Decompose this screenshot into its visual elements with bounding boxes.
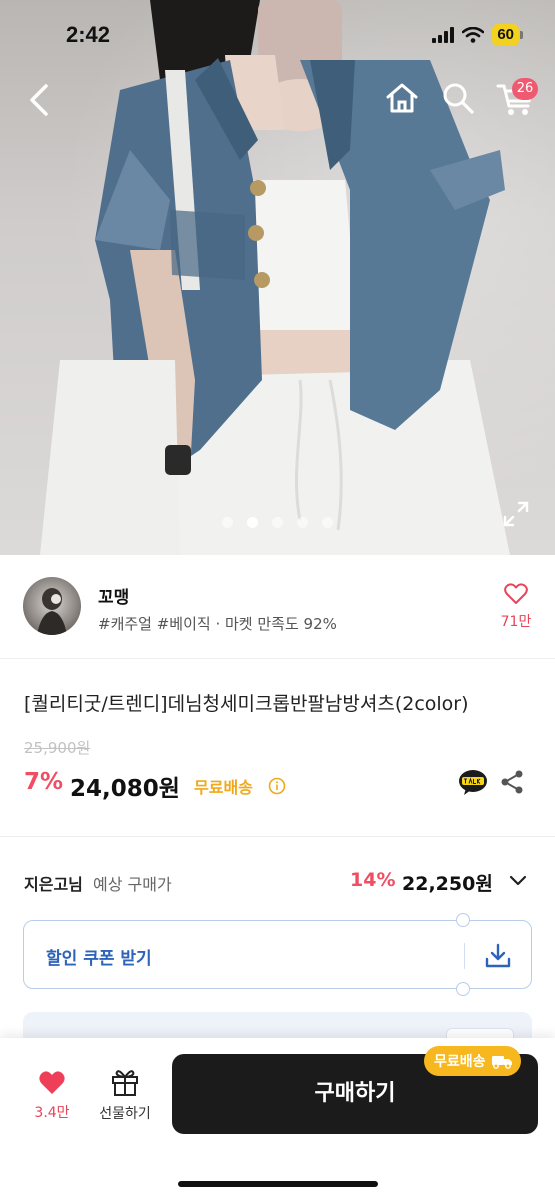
expand-icon[interactable]	[502, 500, 530, 528]
coupon-notch	[456, 982, 470, 996]
coupon-notch	[456, 913, 470, 927]
home-icon[interactable]	[384, 80, 420, 116]
free-shipping-tag-label: 무료배송	[434, 1054, 486, 1070]
back-arrow-icon[interactable]	[20, 78, 60, 122]
carousel-dot[interactable]	[297, 517, 308, 528]
seller-section[interactable]: 꼬맹 #캐주얼 #베이직 · 마켓 만족도 92% 71만	[0, 555, 555, 659]
avatar-image	[37, 588, 67, 635]
status-time: 2:42	[66, 22, 111, 47]
seller-meta: #캐주얼 #베이직 · 마켓 만족도 92%	[98, 615, 337, 633]
free-shipping-label: 무료배송	[194, 778, 253, 797]
truck-icon	[491, 1056, 512, 1069]
status-icons: 60	[432, 24, 523, 46]
coupon-divider	[464, 943, 465, 969]
gift-button[interactable]: 선물하기	[90, 1068, 160, 1123]
signal-icon	[432, 27, 455, 43]
heart-filled-icon	[39, 1071, 65, 1094]
search-icon[interactable]	[440, 80, 476, 116]
carousel-dot-active[interactable]	[247, 517, 258, 528]
heart-outline-icon	[504, 583, 528, 604]
expected-price-row[interactable]: 지은고님 예상 구매가 14% 22,250원	[0, 837, 555, 925]
expected-discount: 14%	[350, 869, 396, 891]
chevron-down-icon[interactable]	[508, 871, 528, 891]
expected-price-label: 예상 구매가	[93, 875, 172, 894]
download-icon[interactable]	[484, 943, 512, 969]
carousel-dot[interactable]	[272, 517, 283, 528]
carousel-dot[interactable]	[322, 517, 333, 528]
home-indicator	[178, 1181, 378, 1187]
avatar[interactable]	[23, 577, 81, 635]
battery-icon: 60	[492, 24, 523, 46]
product-title: [퀄리티굿/트렌디]데님청세미크롭반팔남방셔츠(2color)	[24, 693, 469, 715]
cart-badge: 26	[512, 78, 538, 100]
product-info: [퀄리티굿/트렌디]데님청세미크롭반팔남방셔츠(2color) 25,900원 …	[0, 659, 555, 837]
info-icon[interactable]	[268, 777, 286, 795]
coupon-label: 할인 쿠폰 받기	[46, 949, 152, 969]
coupon-button[interactable]: 할인 쿠폰 받기	[23, 913, 532, 996]
kakaotalk-icon[interactable]	[458, 769, 488, 797]
product-image[interactable]: 2:42 60 26	[0, 0, 555, 555]
wifi-icon	[462, 27, 485, 43]
seller-like-count: 71만	[500, 614, 532, 630]
free-shipping-tag: 무료배송	[424, 1046, 521, 1076]
wish-count: 3.4만	[34, 1105, 70, 1121]
status-bar: 2:42 60	[0, 0, 555, 74]
share-icon[interactable]	[500, 769, 524, 795]
sale-price: 24,080원	[70, 776, 180, 802]
carousel-dot[interactable]	[222, 517, 233, 528]
bottom-action-bar: 3.4만 선물하기 구매하기 무료배송	[0, 1038, 555, 1200]
expected-price: 22,250원	[402, 873, 493, 895]
carousel-dots	[222, 517, 333, 528]
gift-icon	[112, 1070, 138, 1096]
discount-rate: 7%	[24, 769, 64, 795]
top-nav	[0, 74, 555, 124]
user-name: 지은고님	[24, 875, 83, 894]
original-price: 25,900원	[24, 739, 91, 757]
gift-label: 선물하기	[99, 1106, 151, 1122]
seller-name[interactable]: 꼬맹	[98, 583, 129, 608]
seller-like-button[interactable]: 71만	[494, 583, 538, 631]
wish-button[interactable]: 3.4만	[28, 1070, 76, 1122]
